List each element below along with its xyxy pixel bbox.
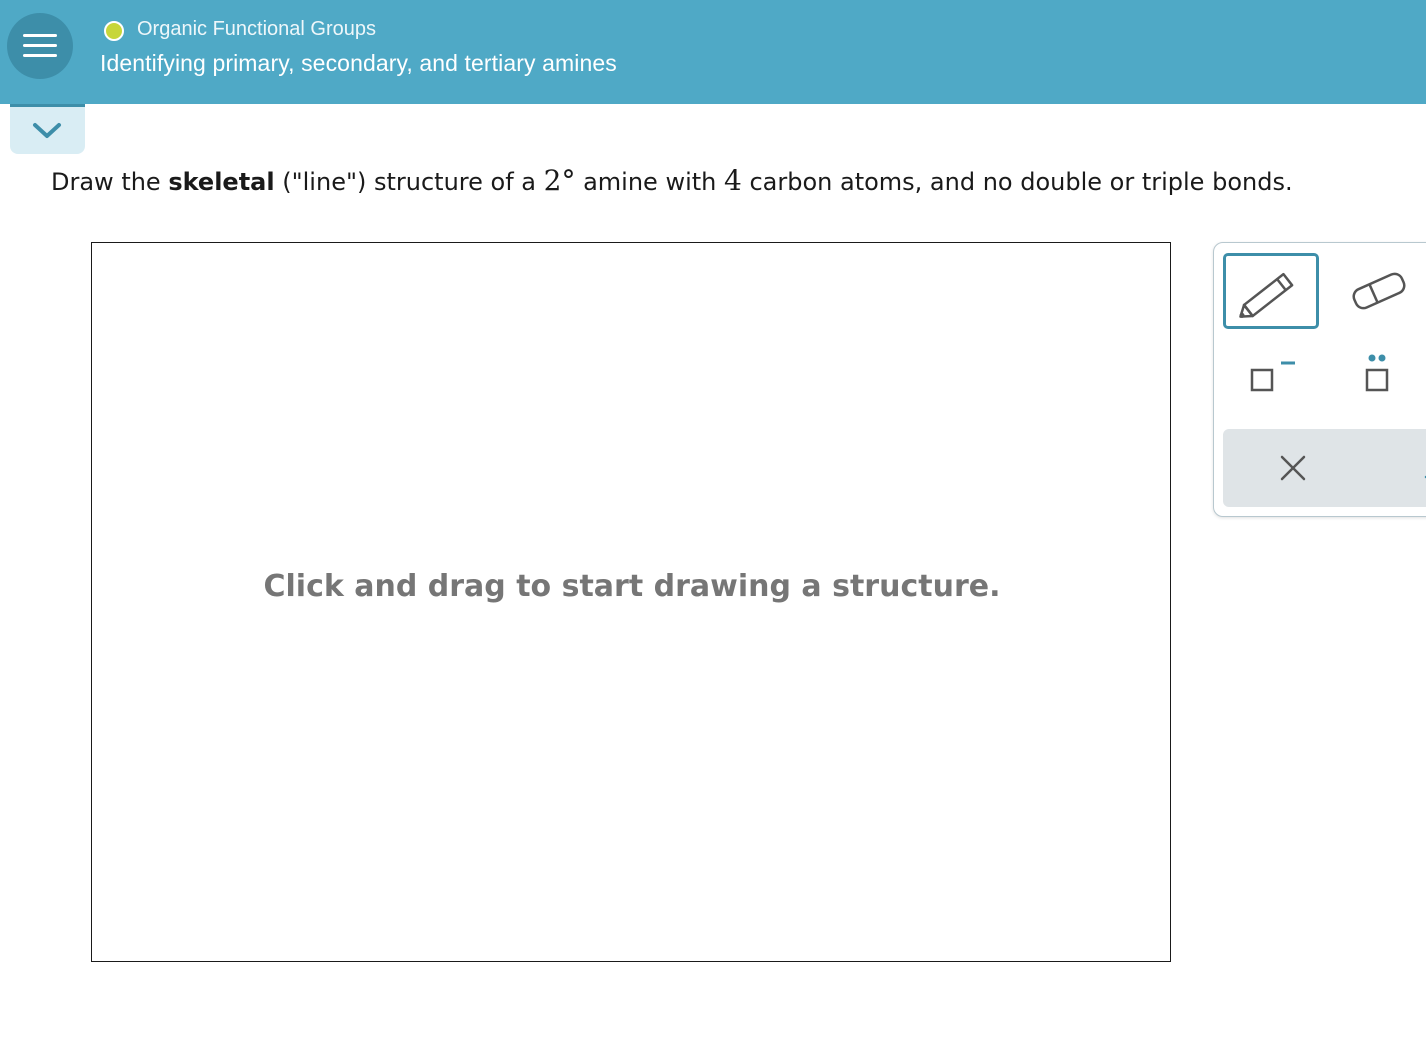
hamburger-icon [23,34,57,37]
collapse-header-button[interactable] [10,104,85,154]
topic-status-icon [104,21,124,41]
emphasis-text: skeletal [168,168,275,196]
lone-pair-button[interactable] [1339,343,1426,419]
clear-icon [1280,455,1306,481]
top-bar: Organic Functional Groups Identifying pr… [0,0,1426,104]
pencil-icon [1239,272,1294,318]
question-prompt: Draw the skeletal ("line") structure of … [51,164,1293,197]
negative-charge-button[interactable] [1223,343,1319,419]
tool-palette [1213,242,1426,517]
eraser-icon [1352,272,1406,310]
undo-button[interactable] [1388,429,1426,507]
lesson-title: Identifying primary, secondary, and tert… [100,50,617,76]
clear-button[interactable] [1258,429,1328,507]
eraser-tool-button[interactable] [1339,253,1426,329]
action-bar [1223,429,1426,507]
topic-label: Organic Functional Groups [137,18,377,40]
degree-value: 2° [543,164,576,197]
chevron-down-icon [33,123,61,138]
negative-charge-icon [1250,361,1295,392]
canvas-hint: Click and drag to start drawing a struct… [263,569,1001,604]
undo-icon [1424,475,1426,479]
carbon-count: 4 [724,164,742,197]
pencil-tool-button[interactable] [1223,253,1319,329]
menu-button[interactable] [7,13,73,79]
lone-pair-icon [1365,354,1389,392]
drawing-canvas[interactable]: Click and drag to start drawing a struct… [91,242,1171,962]
